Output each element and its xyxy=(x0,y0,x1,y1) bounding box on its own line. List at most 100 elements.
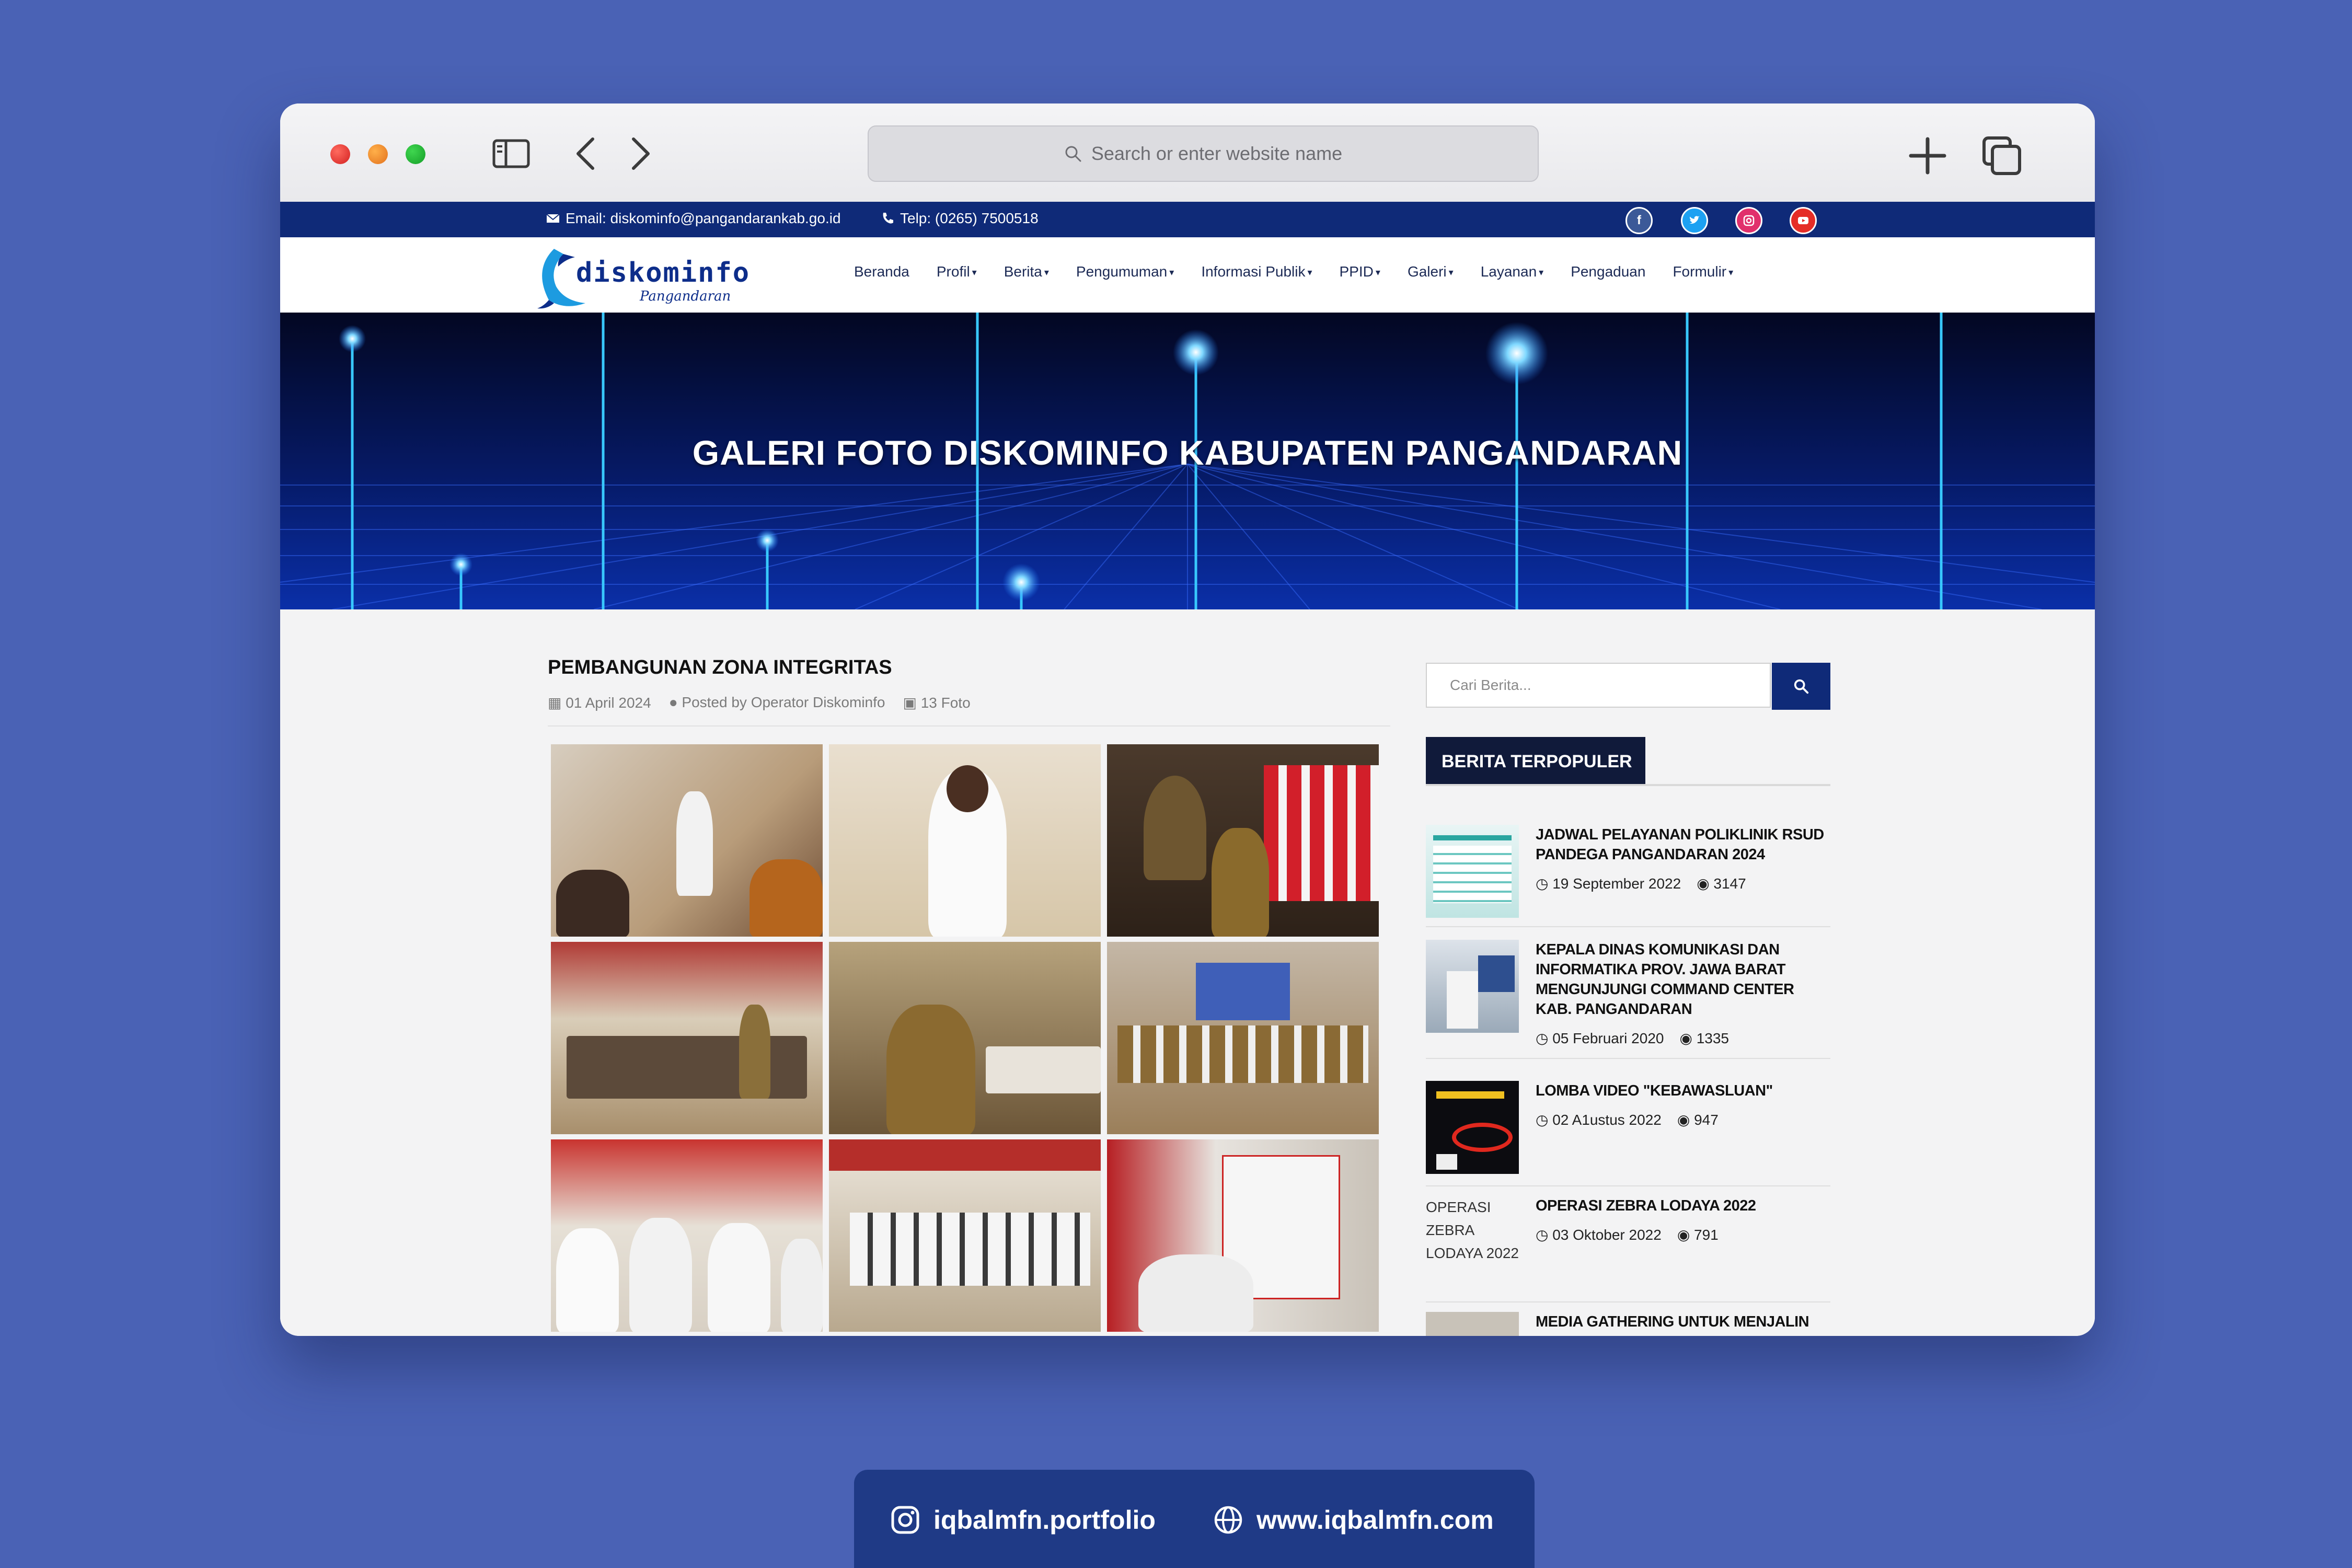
article-meta: ▦ 01 April 2024 ● Posted by Operator Dis… xyxy=(548,694,971,711)
gallery-photo[interactable] xyxy=(829,942,1101,1134)
views-text: 947 xyxy=(1694,1112,1719,1128)
author-text: Posted by Operator Diskominfo xyxy=(682,694,885,710)
website-link[interactable]: www.iqbalmfn.com xyxy=(1213,1504,1494,1536)
gallery-photo[interactable] xyxy=(551,1139,823,1332)
news-title[interactable]: LOMBA VIDEO "KEBAWASLUAN" xyxy=(1536,1081,1828,1101)
popular-news-item[interactable]: MEDIA GATHERING UNTUK MENJALIN xyxy=(1426,1312,1830,1336)
news-views: ◉ 1335 xyxy=(1679,1030,1729,1047)
menu-item-profil[interactable]: Profil ▾ xyxy=(937,263,977,280)
photo-gallery xyxy=(551,744,1379,1336)
logo-text: diskominfo xyxy=(576,257,751,289)
eye-icon: ◉ xyxy=(1697,875,1714,892)
popular-news-item[interactable]: JADWAL PELAYANAN POLIKLINIK RSUD PANDEGA… xyxy=(1426,825,1830,940)
phone-label: Telp: (0265) 7500518 xyxy=(900,210,1039,226)
popular-news-item[interactable]: LOMBA VIDEO "KEBAWASLUAN" ◷ 02 A1ustus 2… xyxy=(1426,1081,1830,1196)
phone-contact[interactable]: Telp: (0265) 7500518 xyxy=(880,210,1039,227)
tab-overview-icon[interactable] xyxy=(1981,135,2023,177)
menu-item-informasi-publik[interactable]: Informasi Publik ▾ xyxy=(1201,263,1312,280)
news-thumbnail[interactable] xyxy=(1426,825,1519,918)
address-bar[interactable]: Search or enter website name xyxy=(868,125,1539,182)
gallery-photo[interactable] xyxy=(829,1139,1101,1332)
menu-item-pengumuman[interactable]: Pengumuman ▾ xyxy=(1076,263,1174,280)
phone-icon xyxy=(883,213,893,224)
popular-news-item[interactable]: KEPALA DINAS KOMUNIKASI DAN INFORMATIKA … xyxy=(1426,940,1830,1081)
instagram-link[interactable]: iqbalmfn.portfolio xyxy=(890,1504,1156,1536)
user-icon: ● xyxy=(668,694,682,710)
menu-label: PPID xyxy=(1339,263,1374,280)
logo-subtitle: Pangandaran xyxy=(640,289,731,304)
views-text: 1335 xyxy=(1696,1030,1729,1046)
new-tab-icon[interactable] xyxy=(1907,135,1949,177)
clock-icon: ◷ xyxy=(1536,1227,1553,1243)
news-title[interactable]: KEPALA DINAS KOMUNIKASI DAN INFORMATIKA … xyxy=(1536,940,1828,1019)
gallery-photo[interactable] xyxy=(1107,942,1379,1134)
menu-item-ppid[interactable]: PPID ▾ xyxy=(1340,263,1380,280)
close-window-button[interactable] xyxy=(330,144,350,164)
site-logo[interactable]: diskominfo Pangandaran xyxy=(533,238,753,312)
article-author: ● Posted by Operator Diskominfo xyxy=(669,694,885,711)
news-title[interactable]: MEDIA GATHERING UNTUK MENJALIN xyxy=(1536,1312,1828,1332)
gallery-photo[interactable] xyxy=(1107,744,1379,937)
gallery-photo[interactable] xyxy=(551,744,823,937)
eye-icon: ◉ xyxy=(1677,1112,1694,1128)
clock-icon: ◷ xyxy=(1536,1030,1553,1046)
news-date: ◷ 05 Februari 2020 xyxy=(1536,1030,1664,1047)
menu-item-galeri[interactable]: Galeri ▾ xyxy=(1408,263,1454,280)
menu-item-formulir[interactable]: Formulir ▾ xyxy=(1673,263,1733,280)
news-title[interactable]: OPERASI ZEBRA LODAYA 2022 xyxy=(1536,1196,1828,1216)
menu-item-layanan[interactable]: Layanan ▾ xyxy=(1481,263,1543,280)
maximize-window-button[interactable] xyxy=(406,144,425,164)
menu-label: Profil xyxy=(936,263,970,280)
menu-label: Beranda xyxy=(854,263,909,280)
youtube-icon[interactable] xyxy=(1790,207,1817,234)
caret-down-icon: ▾ xyxy=(1169,267,1174,278)
popular-news-item[interactable]: OPERASI ZEBRA LODAYA 2022 OPERASI ZEBRA … xyxy=(1426,1196,1830,1311)
news-thumbnail[interactable] xyxy=(1426,940,1519,1033)
main-menu: Beranda Profil ▾ Berita ▾ Pengumuman ▾ Info… xyxy=(854,263,1733,280)
gallery-photo[interactable] xyxy=(829,744,1101,937)
search-input[interactable]: Cari Berita... xyxy=(1426,663,1771,708)
sidebar-toggle-icon[interactable] xyxy=(492,139,530,168)
menu-item-beranda[interactable]: Beranda xyxy=(854,263,909,280)
date-text: 05 Februari 2020 xyxy=(1552,1030,1664,1046)
website-url: www.iqbalmfn.com xyxy=(1256,1505,1494,1535)
minimize-window-button[interactable] xyxy=(368,144,388,164)
gallery-photo[interactable] xyxy=(551,942,823,1134)
hero-title: GALERI FOTO DISKOMINFO KABUPATEN PANGAND… xyxy=(692,433,1683,472)
news-thumbnail[interactable] xyxy=(1426,1312,1519,1336)
news-title[interactable]: JADWAL PELAYANAN POLIKLINIK RSUD PANDEGA… xyxy=(1536,825,1828,864)
instagram-icon[interactable] xyxy=(1735,207,1762,234)
browser-toolbar: Search or enter website name xyxy=(280,103,2095,203)
globe-icon xyxy=(1214,1506,1242,1534)
search-button[interactable] xyxy=(1772,663,1830,710)
article-title[interactable]: PEMBANGUNAN ZONA INTEGRITAS xyxy=(548,656,892,679)
menu-item-berita[interactable]: Berita ▾ xyxy=(1004,263,1049,280)
date-text: 01 April 2024 xyxy=(566,695,651,711)
photo-count-text: 13 Foto xyxy=(920,695,971,711)
twitter-icon[interactable] xyxy=(1681,207,1708,234)
search-icon xyxy=(1065,146,1081,162)
divider xyxy=(1426,784,1830,786)
search-icon xyxy=(1794,679,1809,694)
menu-item-pengaduan[interactable]: Pengaduan xyxy=(1571,263,1645,280)
broken-image-alt[interactable]: OPERASI ZEBRA LODAYA 2022 xyxy=(1426,1196,1520,1265)
gallery-photo[interactable] xyxy=(1107,1139,1379,1332)
facebook-icon[interactable]: f xyxy=(1625,207,1653,234)
news-thumbnail[interactable] xyxy=(1426,1081,1519,1174)
news-date: ◷ 03 Oktober 2022 xyxy=(1536,1226,1662,1243)
popular-news-heading: BERITA TERPOPULER xyxy=(1426,737,1645,786)
menu-label: Galeri xyxy=(1407,263,1447,280)
menu-label: Berita xyxy=(1004,263,1042,280)
email-contact[interactable]: Email: diskominfo@pangandarankab.go.id xyxy=(546,210,841,227)
portfolio-footer: iqbalmfn.portfolio www.iqbalmfn.com xyxy=(854,1470,1535,1568)
news-search: Cari Berita... xyxy=(1426,663,1830,710)
news-views: ◉ 947 xyxy=(1677,1111,1719,1128)
divider xyxy=(1426,1185,1830,1186)
menu-label: Pengumuman xyxy=(1076,263,1168,280)
date-text: 19 September 2022 xyxy=(1552,875,1681,892)
clock-icon: ◷ xyxy=(1536,875,1553,892)
forward-icon[interactable] xyxy=(627,136,653,171)
menu-label: Informasi Publik xyxy=(1201,263,1306,280)
back-icon[interactable] xyxy=(573,136,599,171)
hero-banner: GALERI FOTO DISKOMINFO KABUPATEN PANGAND… xyxy=(280,313,2095,609)
